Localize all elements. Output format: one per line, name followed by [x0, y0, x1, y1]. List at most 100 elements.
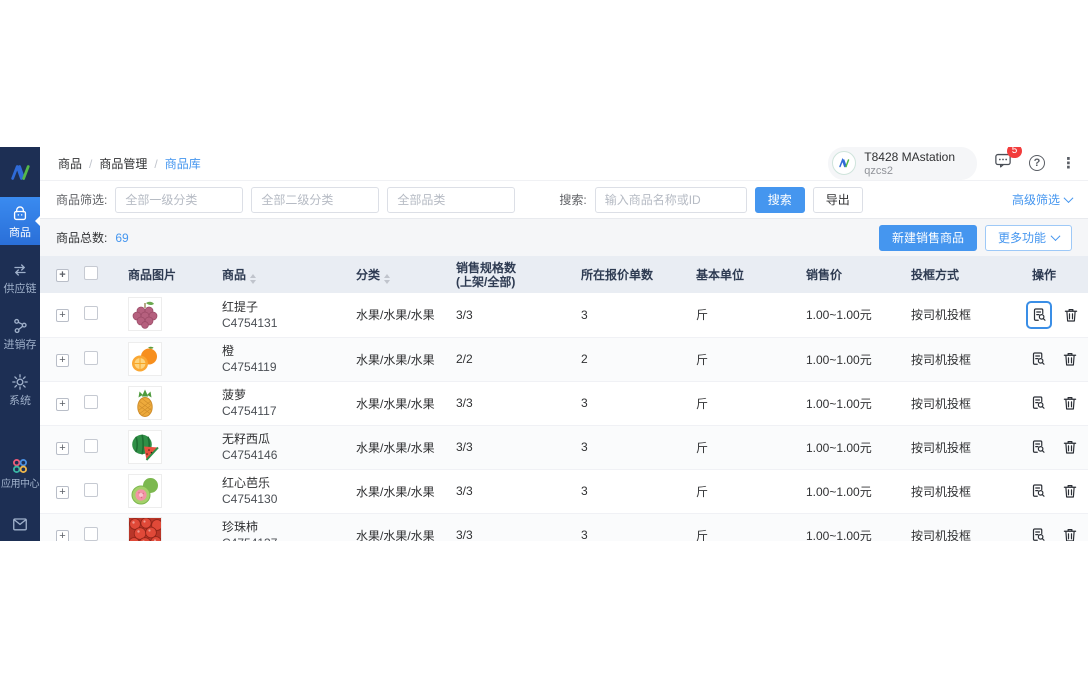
advanced-filter-link[interactable]: 高级筛选 [1012, 191, 1072, 208]
sidebar-item-app-center[interactable]: 应用中心 [0, 449, 40, 496]
product-basket: 按司机投框 [905, 337, 1020, 381]
table-row: + 珍珠柿C4754137水果/水果/水果3/33斤1.00~1.00元按司机投… [40, 513, 1088, 541]
breadcrumb: 商品 / 商品管理 / 商品库 [58, 155, 201, 172]
sidebar-item-label: 供应链 [4, 283, 37, 295]
view-quote-icon [1029, 482, 1047, 500]
table-header: + 商品图片 商品 分类 销售规格数 (上架/全部) 所在报价单数 基本单位 [40, 256, 1088, 293]
delete-button[interactable] [1059, 391, 1083, 415]
delete-button[interactable] [1059, 523, 1083, 541]
view-quote-button[interactable] [1026, 435, 1050, 459]
box-icon [10, 514, 30, 534]
category-type-select[interactable] [387, 187, 515, 213]
search-button[interactable]: 搜索 [755, 187, 805, 213]
filter-label: 商品筛选: [56, 191, 107, 208]
row-checkbox[interactable] [84, 306, 98, 320]
row-expand-button[interactable]: + [56, 530, 69, 542]
category-level1-select[interactable] [115, 187, 243, 213]
export-button[interactable]: 导出 [813, 187, 863, 213]
sidebar-item-inventory[interactable]: 进销存 [0, 309, 40, 357]
view-quote-icon [1029, 438, 1047, 456]
product-code: C4754131 [222, 315, 344, 331]
product-image [128, 297, 162, 331]
product-image [128, 386, 162, 420]
row-checkbox[interactable] [84, 351, 98, 365]
category-level2-select[interactable] [251, 187, 379, 213]
view-quote-button[interactable] [1026, 479, 1050, 503]
table-row: + 无籽西瓜C4754146水果/水果/水果3/33斤1.00~1.00元按司机… [40, 425, 1088, 469]
more-actions-button[interactable]: 更多功能 [985, 225, 1072, 251]
table-row: + 橙C4754119水果/水果/水果2/22斤1.00~1.00元按司机投框 [40, 337, 1088, 381]
view-quote-button[interactable] [1026, 301, 1052, 329]
delete-button[interactable] [1059, 435, 1083, 459]
select-all-checkbox[interactable] [84, 266, 98, 280]
delete-button[interactable] [1061, 303, 1083, 327]
app-center-icon [10, 456, 30, 476]
product-table-body: + 红提子C4754131水果/水果/水果3/33斤1.00~1.00元按司机投… [40, 293, 1088, 541]
sidebar-item-supply-chain[interactable]: 供应链 [0, 253, 40, 301]
product-basket: 按司机投框 [905, 469, 1020, 513]
view-quote-icon [1029, 394, 1047, 412]
view-quote-button[interactable] [1026, 391, 1050, 415]
table-row: + 菠萝C4754117水果/水果/水果3/33斤1.00~1.00元按司机投框 [40, 381, 1088, 425]
more-actions-label: 更多功能 [998, 229, 1046, 246]
row-checkbox[interactable] [84, 439, 98, 453]
trash-icon [1061, 350, 1079, 368]
expand-all-button[interactable]: + [56, 269, 69, 282]
header-product[interactable]: 商品 [222, 268, 246, 282]
header-unit: 基本单位 [696, 268, 744, 282]
product-category: 水果/水果/水果 [350, 381, 450, 425]
trash-icon [1062, 306, 1080, 324]
app-window: 商品 供应链 进销存 [0, 147, 1088, 541]
sort-icon[interactable] [384, 274, 390, 284]
messages-button[interactable]: 5 [993, 151, 1013, 175]
product-table: + 商品图片 商品 分类 销售规格数 (上架/全部) 所在报价单数 基本单位 [40, 256, 1088, 541]
product-quotes: 3 [575, 425, 690, 469]
search-input[interactable] [595, 187, 747, 213]
main-area: 商品 / 商品管理 / 商品库 [40, 147, 1088, 541]
header-image: 商品图片 [128, 268, 176, 282]
trash-icon [1061, 394, 1079, 412]
product-specs: 3/3 [450, 293, 575, 337]
product-category: 水果/水果/水果 [350, 337, 450, 381]
row-expand-button[interactable]: + [56, 398, 69, 411]
product-price: 1.00~1.00元 [800, 293, 905, 337]
header-category[interactable]: 分类 [356, 268, 380, 282]
advanced-filter-label: 高级筛选 [1012, 191, 1060, 208]
create-product-button[interactable]: 新建销售商品 [879, 225, 977, 251]
topbar: 商品 / 商品管理 / 商品库 [40, 147, 1088, 181]
row-expand-button[interactable]: + [56, 354, 69, 367]
chevron-down-icon [1064, 193, 1074, 203]
sort-icon[interactable] [250, 274, 256, 284]
product-name: 红心芭乐 [222, 475, 344, 491]
header-specs-line1: 销售规格数 [456, 261, 569, 275]
product-name: 红提子 [222, 299, 344, 315]
row-expand-button[interactable]: + [56, 309, 69, 322]
row-checkbox[interactable] [84, 483, 98, 497]
product-specs: 3/3 [450, 513, 575, 541]
breadcrumb-item[interactable]: 商品管理 [99, 155, 147, 172]
delete-button[interactable] [1059, 347, 1083, 371]
product-unit: 斤 [690, 293, 800, 337]
product-unit: 斤 [690, 381, 800, 425]
sidebar-item-products[interactable]: 商品 [0, 197, 40, 245]
row-expand-button[interactable]: + [56, 442, 69, 455]
view-quote-button[interactable] [1026, 523, 1050, 541]
breadcrumb-item-current[interactable]: 商品库 [165, 155, 201, 172]
product-name: 菠萝 [222, 387, 344, 403]
user-account-chip[interactable]: T8428 MAstation qzcs2 [828, 147, 977, 179]
help-icon[interactable]: ? [1029, 155, 1045, 171]
delete-button[interactable] [1059, 479, 1083, 503]
sidebar-item-partial[interactable] [10, 514, 30, 539]
product-quotes: 2 [575, 337, 690, 381]
row-checkbox[interactable] [84, 527, 98, 541]
breadcrumb-item[interactable]: 商品 [58, 155, 82, 172]
row-expand-button[interactable]: + [56, 486, 69, 499]
sidebar-item-system[interactable]: 系统 [0, 365, 40, 413]
row-checkbox[interactable] [84, 395, 98, 409]
kebab-menu-icon[interactable]: ⋮ [1061, 154, 1076, 172]
product-image [128, 430, 162, 464]
view-quote-button[interactable] [1026, 347, 1050, 371]
sidebar-item-label: 进销存 [4, 339, 37, 351]
trash-icon [1061, 438, 1079, 456]
product-name: 橙 [222, 343, 344, 359]
